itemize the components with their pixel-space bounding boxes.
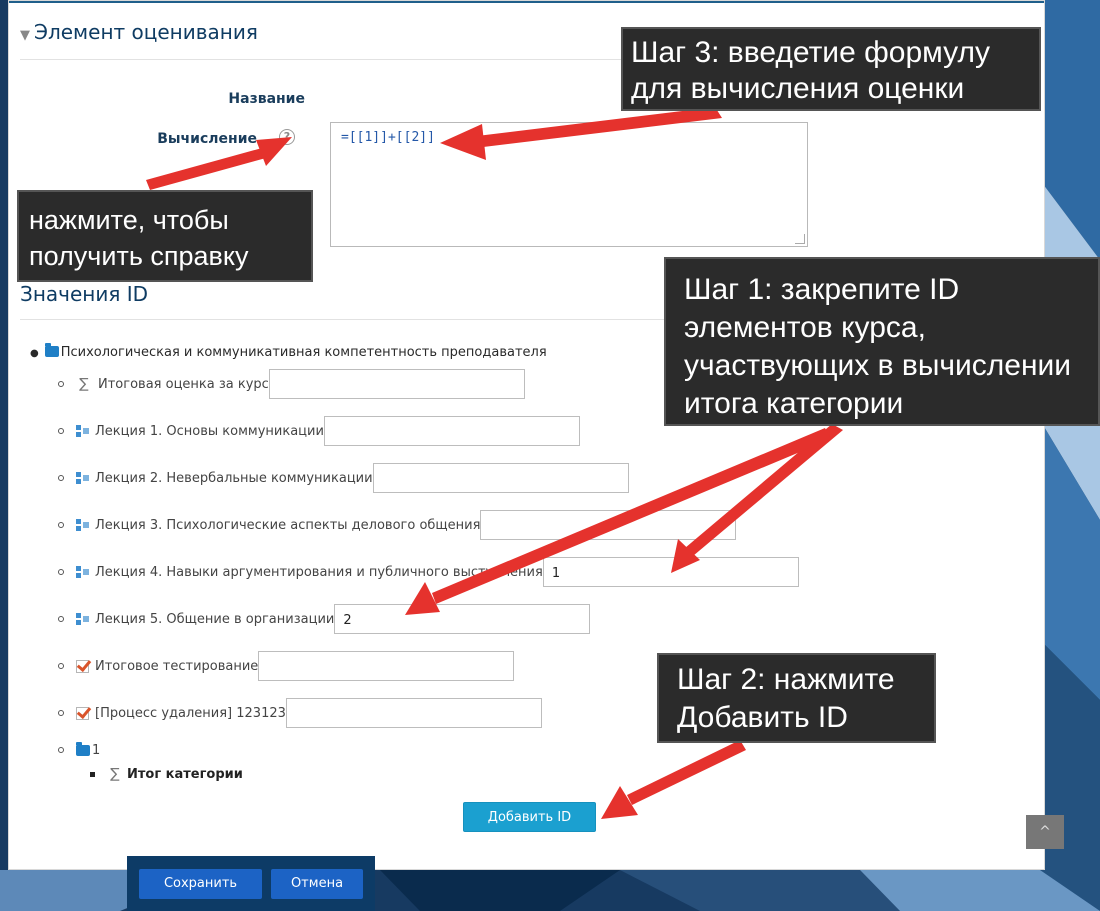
callout-line: участвующих в вычислении [684,349,1072,382]
scroll-to-top-button[interactable]: ^ [1026,815,1064,849]
folder-icon [44,343,59,357]
callout-line: Шаг 2: нажмите [677,663,895,696]
help-icon[interactable]: ? [279,129,295,145]
bullet-icon [58,428,64,434]
list-item: Лекция 3. Психологические аспекты делово… [58,509,737,541]
bullet-icon [58,381,64,387]
name-label: Название [228,91,305,107]
list-item: Лекция 2. Невербальные коммуникации [58,462,629,494]
list-item: Итоговое тестирование [58,650,515,682]
lecture-icon [76,566,89,578]
bullet-icon [58,747,64,753]
subcategory-item: 1 [58,738,100,762]
id-input[interactable]: 2 [334,604,591,634]
item-label: Лекция 3. Психологические аспекты делово… [95,517,481,533]
quiz-icon [76,659,89,673]
callout-line: элементов курса, [684,311,926,344]
item-label: Лекция 1. Основы коммуникации [95,423,324,439]
calculation-textarea[interactable]: =[[1]]+[[2]] [330,122,808,247]
collapse-triangle-icon[interactable]: ▼ [20,28,30,43]
lecture-icon [76,425,89,437]
category-total-label: Итог категории [127,766,243,782]
list-item: ∑ Итоговая оценка за курс [58,368,525,400]
bullet-icon [58,522,64,528]
quiz-icon [76,706,89,720]
bullet-icon: ● [30,348,39,359]
item-label: Итоговая оценка за курс [98,376,269,392]
list-item: [Процесс удаления] 123123 [58,697,542,729]
panel-top-border [9,1,1044,3]
bullet-icon [90,771,95,777]
item-label: [Процесс удаления] 123123 [95,705,286,721]
callout-line: Добавить ID [677,701,848,734]
callout-line: нажмите, чтобы [29,205,229,235]
item-label: Лекция 5. Общение в организации [95,611,335,627]
save-button[interactable]: Сохранить [139,869,262,899]
id-input[interactable] [268,369,525,399]
calculation-value: =[[1]]+[[2]] [341,130,435,145]
lecture-icon [76,472,89,484]
bullet-icon [58,475,64,481]
callout-line: Шаг 1: закрепите ID [684,273,960,306]
id-input[interactable] [480,510,737,540]
id-input[interactable] [285,698,542,728]
list-item: Лекция 4. Навыки аргументирования и публ… [58,556,799,588]
resize-grip-icon[interactable] [795,234,805,244]
id-input[interactable] [372,463,629,493]
category-root-label: Психологическая и коммуникативная компет… [60,345,547,360]
callout-line: итога категории [684,387,904,420]
grade-item-legend[interactable]: ▼ Элемент оценивания [20,20,258,44]
callout-line: для вычисления оценки [631,72,965,105]
id-values-title: Значения ID [20,282,149,306]
callout-line: Шаг 3: введетие формулу [631,36,990,69]
callout-step1: Шаг 1: закрепите ID элементов курса, уча… [664,257,1100,426]
legend-text: Элемент оценивания [34,20,258,44]
lecture-icon [76,613,89,625]
bullet-icon [58,569,64,575]
id-input[interactable] [258,651,515,681]
cancel-button[interactable]: Отмена [271,869,363,899]
subcategory-label: 1 [92,742,101,758]
callout-line: получить справку [29,241,249,271]
category-root: ● Психологическая и коммуникативная компе… [30,343,547,360]
callout-help: нажмите, чтобы получить справку [17,190,313,282]
item-label: Лекция 4. Навыки аргументирования и публ… [95,564,543,580]
sigma-icon: ∑ [110,766,120,782]
id-input[interactable] [323,416,580,446]
bullet-icon [58,663,64,669]
folder-icon [76,741,90,756]
callout-step3: Шаг 3: введетие формулу для вычисления о… [621,27,1041,111]
lecture-icon [76,519,89,531]
item-label: Лекция 2. Невербальные коммуникации [95,470,373,486]
category-total-item: ∑ Итог категории [90,762,243,786]
sigma-icon: ∑ [79,376,89,392]
list-item: Лекция 1. Основы коммуникации [58,415,580,447]
callout-step2: Шаг 2: нажмите Добавить ID [657,653,936,743]
add-id-button[interactable]: Добавить ID [463,802,596,832]
bullet-icon [58,710,64,716]
list-item: Лекция 5. Общение в организации 2 [58,603,591,635]
id-input[interactable]: 1 [542,557,799,587]
calculation-label: Вычисление [157,131,257,147]
item-label: Итоговое тестирование [95,658,259,674]
bullet-icon [58,616,64,622]
